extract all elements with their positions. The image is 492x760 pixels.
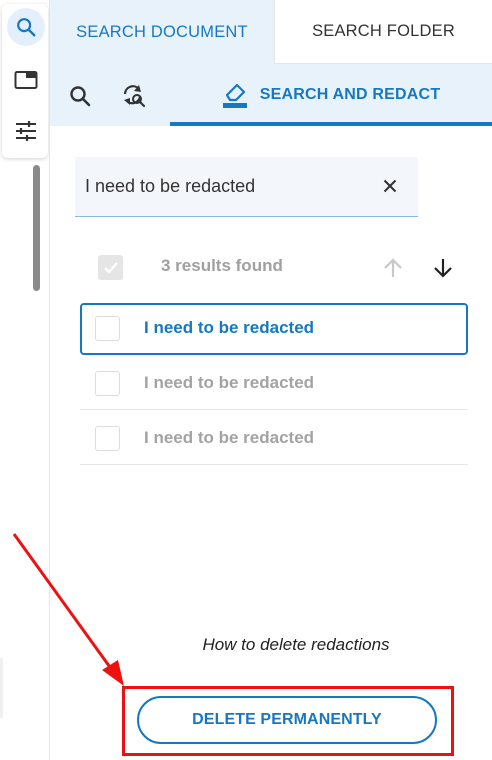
search-replace-icon bbox=[123, 85, 146, 108]
redact-eraser-icon bbox=[222, 83, 247, 108]
rail-scrollbar[interactable] bbox=[33, 165, 40, 291]
rail-search-button[interactable] bbox=[7, 8, 45, 46]
results-header: 3 results found bbox=[50, 245, 492, 289]
results-count: 3 results found bbox=[161, 256, 283, 275]
redact-tab-label: SEARCH AND REDACT bbox=[259, 86, 441, 103]
search-tabs: SEARCH DOCUMENT SEARCH FOLDER bbox=[50, 0, 492, 64]
tab-search-folder[interactable]: SEARCH FOLDER bbox=[274, 0, 492, 64]
result-checkbox[interactable] bbox=[95, 371, 120, 396]
check-icon bbox=[103, 261, 118, 274]
tab-search-document[interactable]: SEARCH DOCUMENT bbox=[50, 0, 274, 64]
result-item[interactable]: I need to be redacted bbox=[80, 303, 468, 355]
active-tab-indicator bbox=[170, 122, 492, 126]
result-checkbox[interactable] bbox=[95, 316, 120, 341]
search-icon bbox=[17, 18, 36, 37]
result-checkbox[interactable] bbox=[95, 426, 120, 451]
annotation-highlight-box bbox=[122, 686, 454, 756]
tab-search-and-redact[interactable]: SEARCH AND REDACT bbox=[170, 64, 492, 126]
arrow-up-icon bbox=[384, 258, 402, 277]
next-result-button[interactable] bbox=[428, 253, 458, 283]
result-label: I need to be redacted bbox=[144, 373, 315, 392]
window-icon bbox=[14, 71, 38, 89]
clear-search-button[interactable] bbox=[378, 174, 402, 198]
result-item[interactable]: I need to be redacted bbox=[80, 358, 468, 410]
result-label: I need to be redacted bbox=[144, 318, 315, 337]
search-field bbox=[75, 157, 418, 217]
select-all-checkbox[interactable] bbox=[98, 255, 123, 280]
arrow-down-icon bbox=[434, 259, 452, 278]
rail-window-button[interactable] bbox=[7, 61, 45, 99]
sliders-icon bbox=[16, 121, 36, 141]
search-icon bbox=[70, 86, 91, 107]
result-item[interactable]: I need to be redacted bbox=[80, 413, 468, 465]
annotation-arrow bbox=[12, 533, 124, 686]
rail-tool-group bbox=[2, 4, 48, 158]
search-toolbar: SEARCH AND REDACT bbox=[50, 64, 492, 126]
result-label: I need to be redacted bbox=[144, 428, 315, 447]
previous-result-button[interactable] bbox=[378, 253, 408, 283]
search-input[interactable] bbox=[85, 157, 375, 216]
search-replace-button[interactable] bbox=[114, 76, 154, 116]
close-icon bbox=[383, 179, 397, 193]
search-mode-button[interactable] bbox=[60, 76, 100, 116]
rail-settings-button[interactable] bbox=[7, 112, 45, 150]
